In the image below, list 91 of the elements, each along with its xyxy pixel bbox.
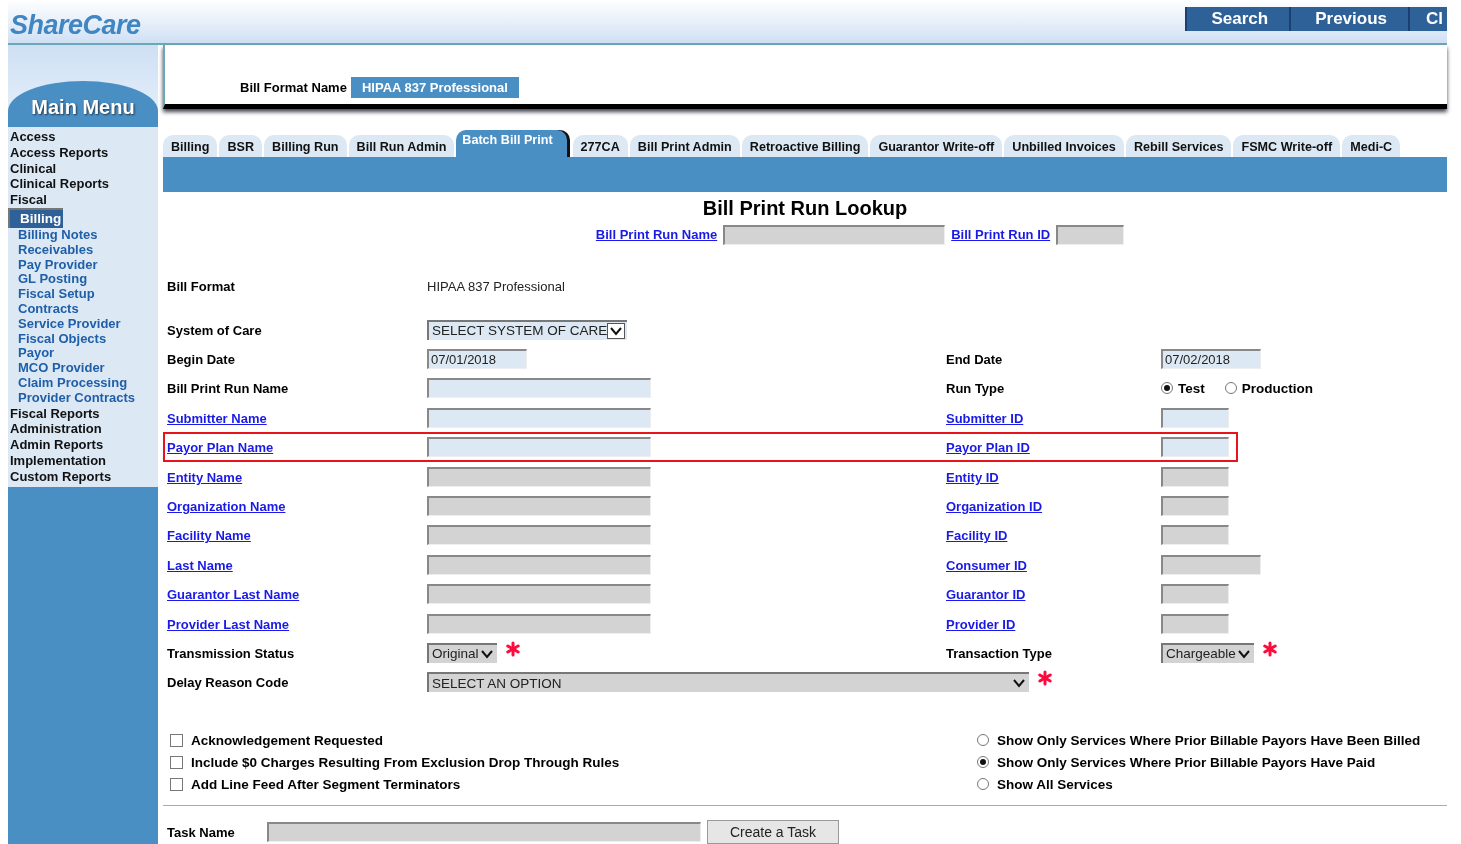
- tab[interactable]: Bill Print Admin: [629, 134, 740, 157]
- dropdown[interactable]: SELECT SYSTEM OF CARE: [427, 319, 628, 340]
- input-field[interactable]: [1056, 224, 1125, 245]
- input-field[interactable]: [267, 822, 701, 842]
- input-field[interactable]: [1161, 407, 1229, 428]
- checkbox[interactable]: [170, 777, 183, 791]
- menu-item[interactable]: GL Posting: [8, 272, 158, 288]
- checkbox[interactable]: [170, 733, 183, 747]
- field-label: Begin Date: [167, 352, 235, 367]
- tab[interactable]: Billing Run: [264, 134, 347, 157]
- input-field[interactable]: [427, 437, 651, 458]
- menu-item[interactable]: Clinical Reports: [8, 176, 158, 193]
- input-field[interactable]: [427, 378, 651, 399]
- radio-button[interactable]: [977, 778, 989, 790]
- field-label: Transaction Type: [946, 645, 1052, 661]
- radio-label: Show Only Services Where Prior Billable Payors Have Paid: [997, 754, 1376, 770]
- tab[interactable]: Rebill Services: [1125, 134, 1232, 157]
- menu-item[interactable]: MCO Provider: [8, 361, 158, 376]
- radio-button[interactable]: [977, 756, 989, 768]
- radio-button[interactable]: [977, 734, 989, 746]
- header-button[interactable]: Cl: [1408, 7, 1447, 31]
- radio-option[interactable]: Test: [1161, 380, 1205, 396]
- main-menu-heading: Main Menu: [8, 81, 158, 127]
- menu-item[interactable]: Custom Reports: [8, 468, 158, 485]
- tab[interactable]: Bill Run Admin: [348, 134, 455, 157]
- radio-label: Show All Services: [997, 776, 1113, 792]
- lookup-link[interactable]: Submitter Name: [167, 410, 267, 426]
- field-label: Delay Reason Code: [167, 675, 289, 691]
- menu-item[interactable]: Billing Notes: [8, 228, 158, 243]
- menu-item[interactable]: Claim Processing: [8, 375, 158, 391]
- field-label: Bill Format: [167, 279, 235, 295]
- radio-option[interactable]: Production: [1224, 380, 1313, 396]
- tab[interactable]: Billing: [163, 134, 218, 157]
- tab[interactable]: Retroactive Billing: [741, 134, 869, 157]
- tab[interactable]: Guarantor Write-off: [870, 134, 1003, 157]
- radio-button[interactable]: [1224, 382, 1237, 395]
- tab[interactable]: BSR: [219, 134, 263, 157]
- menu-item[interactable]: Implementation: [8, 452, 158, 469]
- field-label: End Date: [946, 352, 1003, 367]
- menu-item[interactable]: Billing: [8, 208, 64, 228]
- menu-item[interactable]: Provider Contracts: [8, 390, 158, 406]
- lookup-link[interactable]: Bill Print Run ID: [951, 227, 1051, 243]
- field-label: Bill Print Run Name: [167, 381, 289, 397]
- input-field[interactable]: [427, 407, 651, 428]
- field-label: System of Care: [167, 322, 262, 338]
- header-button[interactable]: Previous: [1289, 7, 1408, 31]
- create-task-button[interactable]: Create a Task: [707, 820, 839, 844]
- menu-item[interactable]: Fiscal Reports: [8, 405, 158, 422]
- checkbox-label: Add Line Feed After Segment Terminators: [191, 776, 461, 792]
- input-field[interactable]: 07/02/2018: [1161, 349, 1261, 369]
- menu-item[interactable]: Receivables: [8, 242, 158, 258]
- tab[interactable]: Medi-C: [1342, 134, 1401, 157]
- radio-label: Production: [1241, 380, 1313, 396]
- radio-label: Test: [1178, 380, 1205, 396]
- menu-item[interactable]: Service Provider: [8, 316, 158, 332]
- menu-item[interactable]: Fiscal: [8, 192, 158, 208]
- bill-format-badge: HIPAA 837 Professional: [350, 77, 519, 99]
- menu-item[interactable]: Access Reports: [8, 144, 158, 161]
- tab[interactable]: 277CA: [572, 134, 628, 157]
- radio-button[interactable]: [1161, 382, 1173, 395]
- field-label: Bill Format Name: [240, 80, 347, 96]
- input-field[interactable]: [723, 224, 946, 245]
- lookup-link[interactable]: Bill Print Run Name: [595, 227, 718, 243]
- menu-item[interactable]: Clinical: [8, 160, 158, 177]
- logo: ShareCare: [10, 10, 141, 41]
- lookup-link[interactable]: Payor Plan Name: [167, 440, 274, 456]
- menu-item[interactable]: Administration: [8, 421, 158, 438]
- tab[interactable]: FSMC Write-off: [1233, 134, 1341, 157]
- checkbox[interactable]: [170, 755, 183, 769]
- header-button[interactable]: Search: [1185, 7, 1290, 31]
- checkbox-label: Acknowledgement Requested: [191, 732, 384, 748]
- input-field[interactable]: 07/01/2018: [427, 349, 527, 369]
- lookup-link[interactable]: Submitter ID: [946, 410, 1024, 426]
- menu-item[interactable]: Fiscal Objects: [8, 331, 158, 347]
- page-title: Bill Print Run Lookup: [701, 195, 909, 220]
- menu-item[interactable]: Fiscal Setup: [8, 287, 158, 302]
- input-field[interactable]: [1161, 437, 1229, 458]
- field-value: HIPAA 837 Professional: [427, 278, 565, 294]
- radio-label: Show Only Services Where Prior Billable Payors Have Been Billed: [997, 732, 1421, 748]
- checkbox-label: Include $0 Charges Resulting From Exclusion Drop Through Rules: [191, 754, 620, 770]
- field-label: Task Name: [166, 824, 236, 840]
- lookup-link[interactable]: Payor Plan ID: [946, 440, 1030, 456]
- menu-item[interactable]: Pay Provider: [8, 257, 158, 273]
- field-label: Run Type: [946, 381, 1005, 397]
- menu-item[interactable]: Admin Reports: [8, 437, 158, 453]
- caret-icon: [607, 322, 626, 339]
- menu-item[interactable]: Access: [8, 129, 158, 145]
- menu-item[interactable]: Payor: [8, 346, 158, 362]
- menu-item[interactable]: Contracts: [8, 301, 158, 317]
- field-label: Transmission Status: [167, 645, 295, 661]
- tab[interactable]: Unbilled Invoices: [1004, 134, 1124, 157]
